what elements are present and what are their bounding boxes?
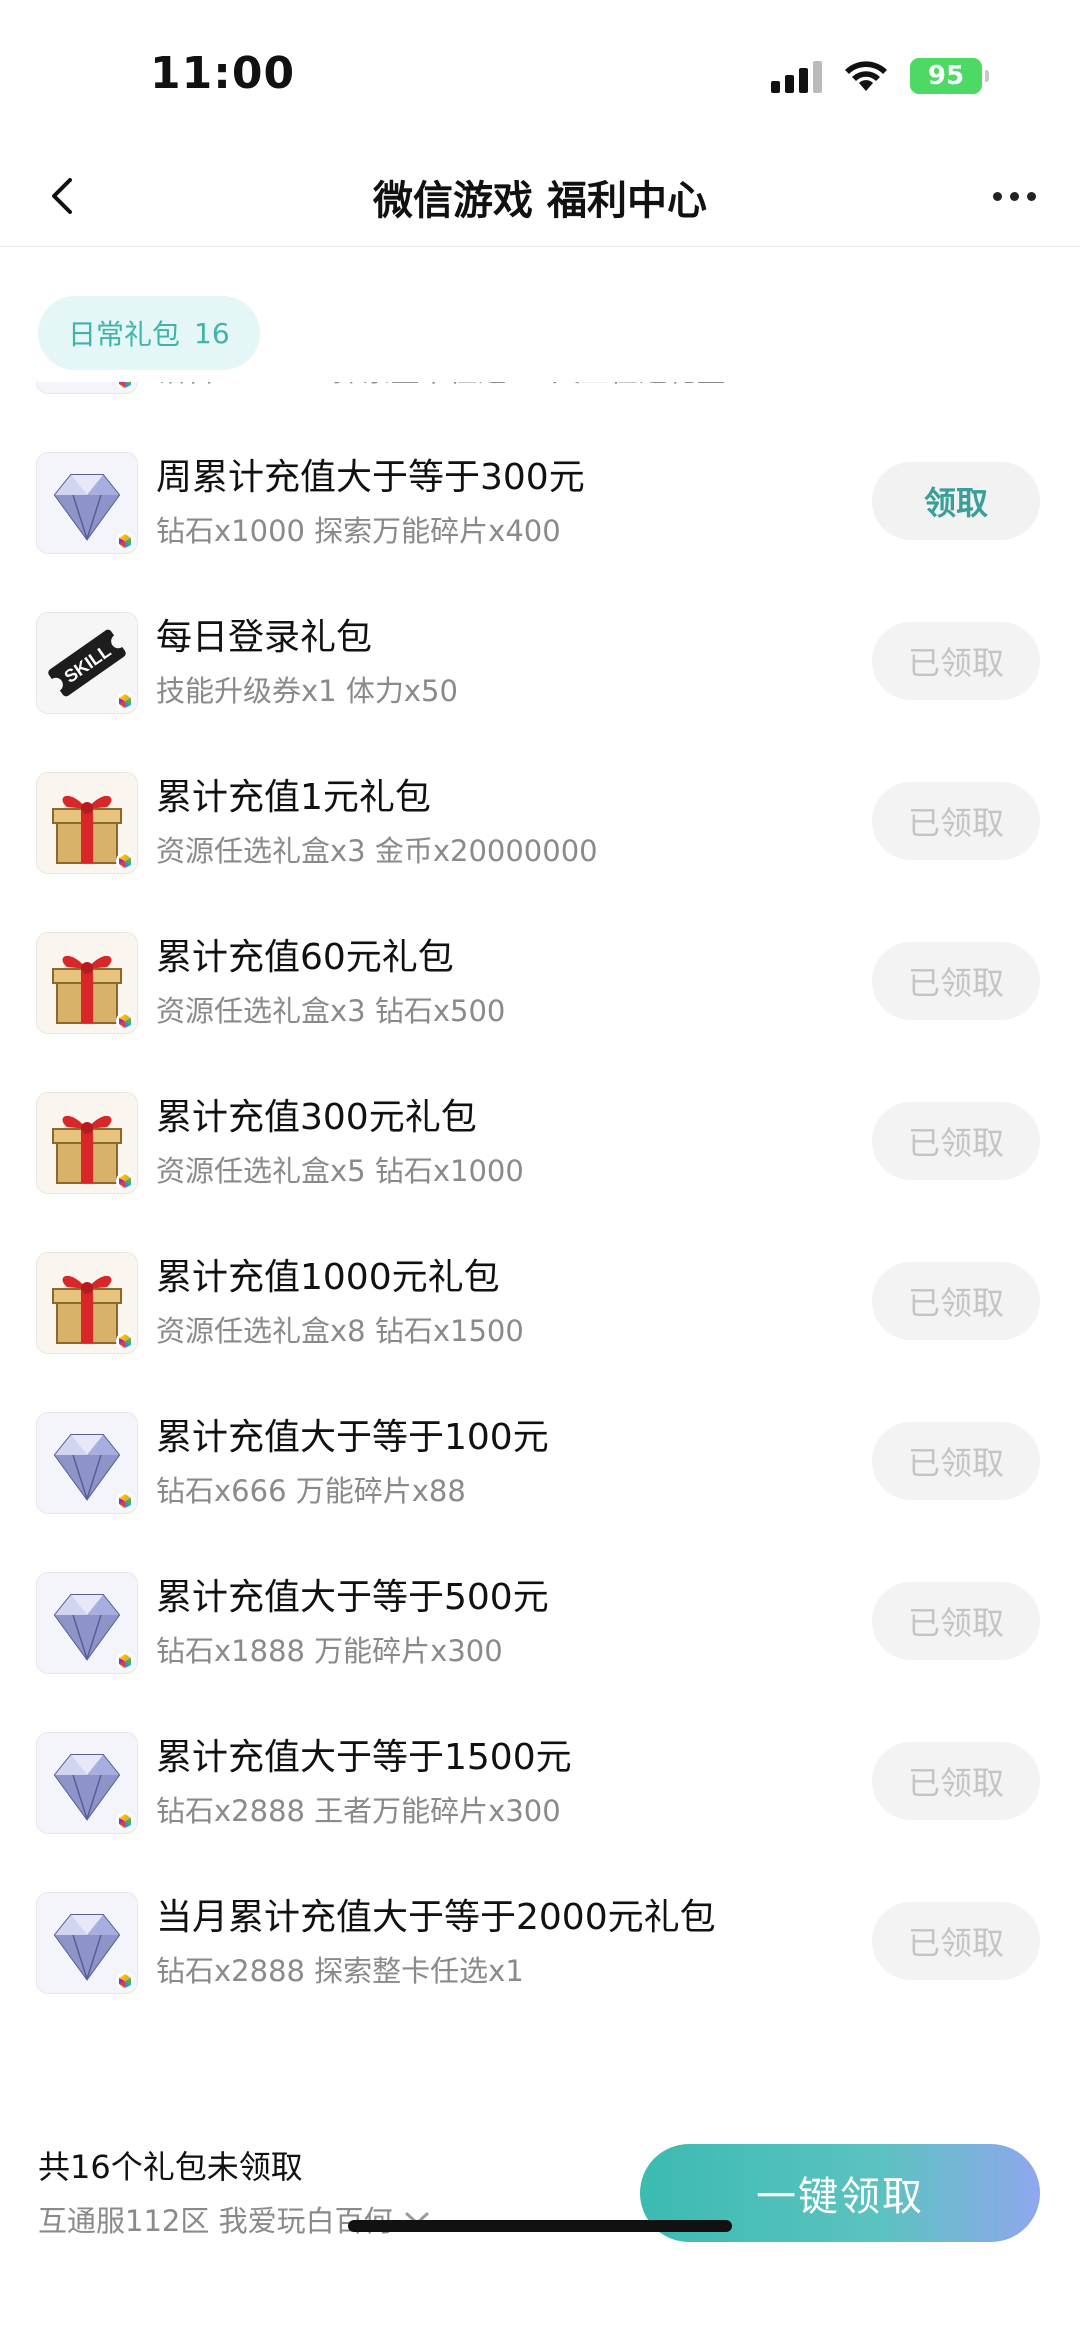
gift-row: 累计充值1元礼包资源任选礼盒x3 金币x20000000 已领取 — [0, 744, 1080, 904]
gift-title: 每日登录礼包 — [156, 617, 373, 658]
claimed-button: 已领取 — [872, 622, 1040, 700]
skill-ticket-icon: SKILL — [36, 612, 138, 714]
gift-row: 周累计充值大于等于300元钻石x1000 探索万能碎片x400 领取 — [0, 424, 1080, 584]
diamond-icon — [36, 1892, 138, 1994]
gift-row: 累计充值1000元礼包资源任选礼盒x8 钻石x1500 已领取 — [0, 1224, 1080, 1384]
battery-level: 95 — [927, 61, 965, 91]
gift-row: 累计充值大于等于1500元钻石x2888 王者万能碎片x300 已领取 — [0, 1704, 1080, 1864]
claimed-button: 已领取 — [872, 1422, 1040, 1500]
gift-row: SKILL 每日登录礼包技能升级券x1 体力x50 已领取 — [0, 584, 1080, 744]
gift-row: 累计充值大于等于500元钻石x1888 万能碎片x300 已领取 — [0, 1544, 1080, 1704]
gift-rewards: 钻石x1000 探索万能碎片x400 — [156, 514, 561, 548]
gift-row: 累计充值60元礼包资源任选礼盒x3 钻石x500 已领取 — [0, 904, 1080, 1064]
diamond-icon — [36, 1732, 138, 1834]
status-time: 11:00 — [150, 48, 296, 99]
gift-rewards: 技能升级券x1 体力x50 — [156, 674, 458, 708]
status-icons: 95 — [771, 58, 989, 94]
gift-row: 当月累计充值大于等于2000元礼包钻石x2888 探索整卡任选x1 已领取 — [0, 1864, 1080, 2024]
gift-box-icon — [36, 1252, 138, 1354]
diamond-icon — [36, 1412, 138, 1514]
gift-box-icon — [36, 1092, 138, 1194]
server-selector[interactable]: 互通服112区 我爱玩白百何 — [38, 2198, 431, 2240]
server-label: 互通服112区 我爱玩白百何 — [38, 2204, 393, 2238]
wifi-icon — [845, 61, 887, 91]
gift-title: 累计充值大于等于500元 — [156, 1577, 549, 1618]
tab-label: 日常礼包 — [68, 318, 181, 351]
status-bar: 11:00 95 — [0, 0, 1080, 150]
claimed-button: 已领取 — [872, 1102, 1040, 1180]
diamond-icon — [36, 452, 138, 554]
gift-box-icon — [36, 772, 138, 874]
gift-title: 周累计充值大于等于300元 — [156, 457, 585, 498]
gift-rewards: 钻石x12888 探索整卡任选x3 天王任选礼盒x1 — [156, 382, 761, 390]
claimed-button: 已领取 — [872, 1902, 1040, 1980]
gift-title: 当月累计充值大于等于2000元礼包 — [156, 1897, 716, 1938]
gift-rewards: 钻石x2888 王者万能碎片x300 — [156, 1794, 561, 1828]
claimed-button: 已领取 — [872, 782, 1040, 860]
diamond-icon — [36, 382, 138, 394]
gift-title: 累计充值1元礼包 — [156, 777, 431, 818]
claim-button[interactable]: 领取 — [872, 462, 1040, 540]
claimed-button: 已领取 — [872, 1742, 1040, 1820]
footer-bar: 共16个礼包未领取 互通服112区 我爱玩白百何 一键领取 — [0, 2090, 1080, 2347]
gift-rewards: 资源任选礼盒x3 金币x20000000 — [156, 834, 598, 868]
cellular-signal-icon — [771, 59, 822, 93]
gift-title: 累计充值60元礼包 — [156, 937, 454, 978]
gift-rewards: 钻石x666 万能碎片x88 — [156, 1474, 466, 1508]
gift-list[interactable]: 钻石x12888 探索整卡任选x3 天王任选礼盒x1领取周累计充值大于等于300… — [0, 382, 1080, 2090]
gift-title: 累计充值300元礼包 — [156, 1097, 477, 1138]
more-options-icon[interactable] — [982, 172, 1046, 220]
tab-daily-gifts[interactable]: 日常礼包 16 — [38, 296, 260, 370]
battery-icon: 95 — [910, 58, 989, 94]
gift-rewards: 钻石x1888 万能碎片x300 — [156, 1634, 503, 1668]
gift-rewards: 资源任选礼盒x8 钻石x1500 — [156, 1314, 524, 1348]
unclaimed-count: 共16个礼包未领取 — [38, 2148, 303, 2186]
gift-title: 累计充值1000元礼包 — [156, 1257, 500, 1298]
page-title: 微信游戏 福利中心 — [373, 178, 707, 224]
claimed-button: 已领取 — [872, 942, 1040, 1020]
gift-title: 累计充值大于等于1500元 — [156, 1737, 572, 1778]
gift-box-icon — [36, 932, 138, 1034]
gift-row: 累计充值大于等于100元钻石x666 万能碎片x88 已领取 — [0, 1384, 1080, 1544]
diamond-icon — [36, 1572, 138, 1674]
navigation-bar: 微信游戏 福利中心 — [0, 150, 1080, 247]
gift-rewards: 钻石x2888 探索整卡任选x1 — [156, 1954, 524, 1988]
gift-rewards: 资源任选礼盒x5 钻石x1000 — [156, 1154, 524, 1188]
gift-rewards: 资源任选礼盒x3 钻石x500 — [156, 994, 506, 1028]
claimed-button: 已领取 — [872, 1582, 1040, 1660]
gift-row: 累计充值300元礼包资源任选礼盒x5 钻石x1000 已领取 — [0, 1064, 1080, 1224]
gift-row: 钻石x12888 探索整卡任选x3 天王任选礼盒x1领取 — [0, 382, 1080, 424]
gift-title: 累计充值大于等于100元 — [156, 1417, 549, 1458]
tab-count: 16 — [194, 316, 230, 350]
claimed-button: 已领取 — [872, 1262, 1040, 1340]
home-indicator — [348, 2220, 732, 2232]
